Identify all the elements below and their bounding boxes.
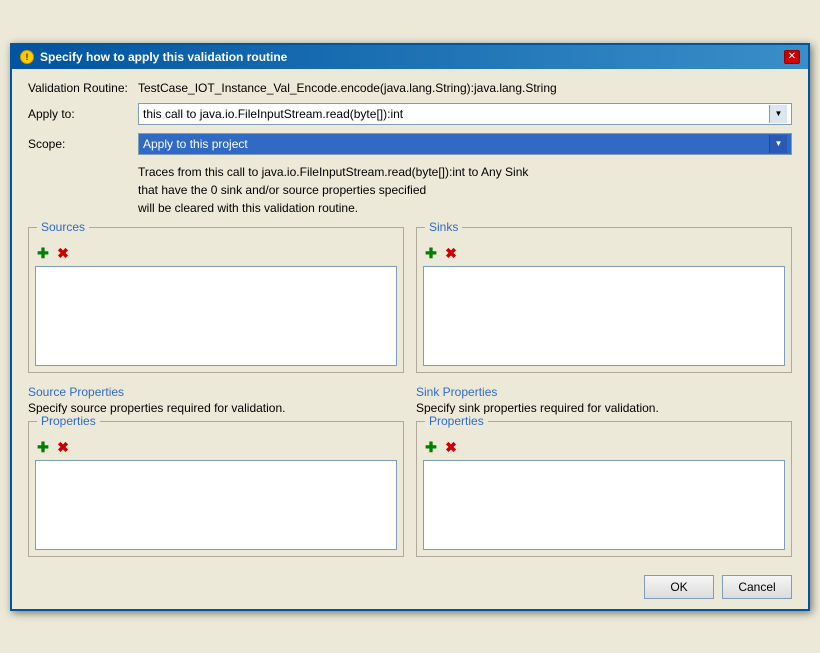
- sink-props-toolbar: ✚ ✖: [423, 440, 785, 456]
- info-text: Traces from this call to java.io.FileInp…: [138, 163, 792, 217]
- validation-routine-row: Validation Routine: TestCase_IOT_Instanc…: [28, 81, 792, 95]
- sources-panel-content: ✚ ✖: [29, 242, 403, 372]
- sources-add-button[interactable]: ✚: [35, 246, 51, 262]
- sink-properties-label: Sink Properties: [416, 385, 792, 399]
- sinks-add-button[interactable]: ✚: [423, 246, 439, 262]
- scope-row: Scope: Apply to this project ▼: [28, 133, 792, 155]
- sink-props-remove-button[interactable]: ✖: [443, 440, 459, 456]
- title-bar-left: ! Specify how to apply this validation r…: [20, 50, 287, 64]
- sinks-panel-content: ✚ ✖: [417, 242, 791, 372]
- source-properties-panel: Properties ✚ ✖: [28, 421, 404, 557]
- scope-label: Scope:: [28, 137, 138, 151]
- sinks-label: Sinks: [425, 220, 462, 234]
- title-bar: ! Specify how to apply this validation r…: [12, 45, 808, 69]
- apply-to-row: Apply to: this call to java.io.FileInput…: [28, 103, 792, 125]
- source-properties-panel-content: ✚ ✖: [29, 436, 403, 556]
- sources-toolbar: ✚ ✖: [35, 246, 397, 262]
- validation-routine-value: TestCase_IOT_Instance_Val_Encode.encode(…: [138, 81, 557, 95]
- sources-panel: Sources ✚ ✖: [28, 227, 404, 373]
- dialog-body: Validation Routine: TestCase_IOT_Instanc…: [12, 69, 808, 569]
- source-props-toolbar: ✚ ✖: [35, 440, 397, 456]
- scope-value: Apply to this project: [143, 137, 769, 151]
- sink-properties-section: Sink Properties Specify sink properties …: [416, 385, 792, 557]
- source-properties-desc: Specify source properties required for v…: [28, 401, 404, 415]
- cancel-button[interactable]: Cancel: [722, 575, 792, 599]
- source-props-remove-button[interactable]: ✖: [55, 440, 71, 456]
- dialog-title: Specify how to apply this validation rou…: [40, 50, 287, 64]
- sinks-panel: Sinks ✚ ✖: [416, 227, 792, 373]
- sink-properties-panel: Properties ✚ ✖: [416, 421, 792, 557]
- apply-to-label: Apply to:: [28, 107, 138, 121]
- sink-properties-panel-content: ✚ ✖: [417, 436, 791, 556]
- ok-button[interactable]: OK: [644, 575, 714, 599]
- apply-to-value: this call to java.io.FileInputStream.rea…: [143, 107, 769, 121]
- sink-props-add-button[interactable]: ✚: [423, 440, 439, 456]
- sink-properties-desc: Specify sink properties required for val…: [416, 401, 792, 415]
- properties-row: Source Properties Specify source propert…: [28, 385, 792, 557]
- sources-remove-button[interactable]: ✖: [55, 246, 71, 262]
- apply-to-combo[interactable]: this call to java.io.FileInputStream.rea…: [138, 103, 792, 125]
- dialog: ! Specify how to apply this validation r…: [10, 43, 810, 611]
- source-properties-panel-label: Properties: [37, 414, 100, 428]
- source-properties-section: Source Properties Specify source propert…: [28, 385, 404, 557]
- bottom-buttons: OK Cancel: [12, 569, 808, 609]
- source-props-list[interactable]: [35, 460, 397, 550]
- sinks-toolbar: ✚ ✖: [423, 246, 785, 262]
- close-button[interactable]: ✕: [784, 50, 800, 64]
- sources-list[interactable]: [35, 266, 397, 366]
- scope-combo[interactable]: Apply to this project ▼: [138, 133, 792, 155]
- sink-props-list[interactable]: [423, 460, 785, 550]
- dialog-icon: !: [20, 50, 34, 64]
- scope-arrow[interactable]: ▼: [769, 135, 787, 153]
- source-props-add-button[interactable]: ✚: [35, 440, 51, 456]
- sinks-list[interactable]: [423, 266, 785, 366]
- apply-to-arrow[interactable]: ▼: [769, 105, 787, 123]
- sources-label: Sources: [37, 220, 89, 234]
- sinks-remove-button[interactable]: ✖: [443, 246, 459, 262]
- validation-routine-label: Validation Routine:: [28, 81, 138, 95]
- sink-properties-panel-label: Properties: [425, 414, 488, 428]
- sources-sinks-row: Sources ✚ ✖ Sinks ✚ ✖: [28, 227, 792, 373]
- source-properties-label: Source Properties: [28, 385, 404, 399]
